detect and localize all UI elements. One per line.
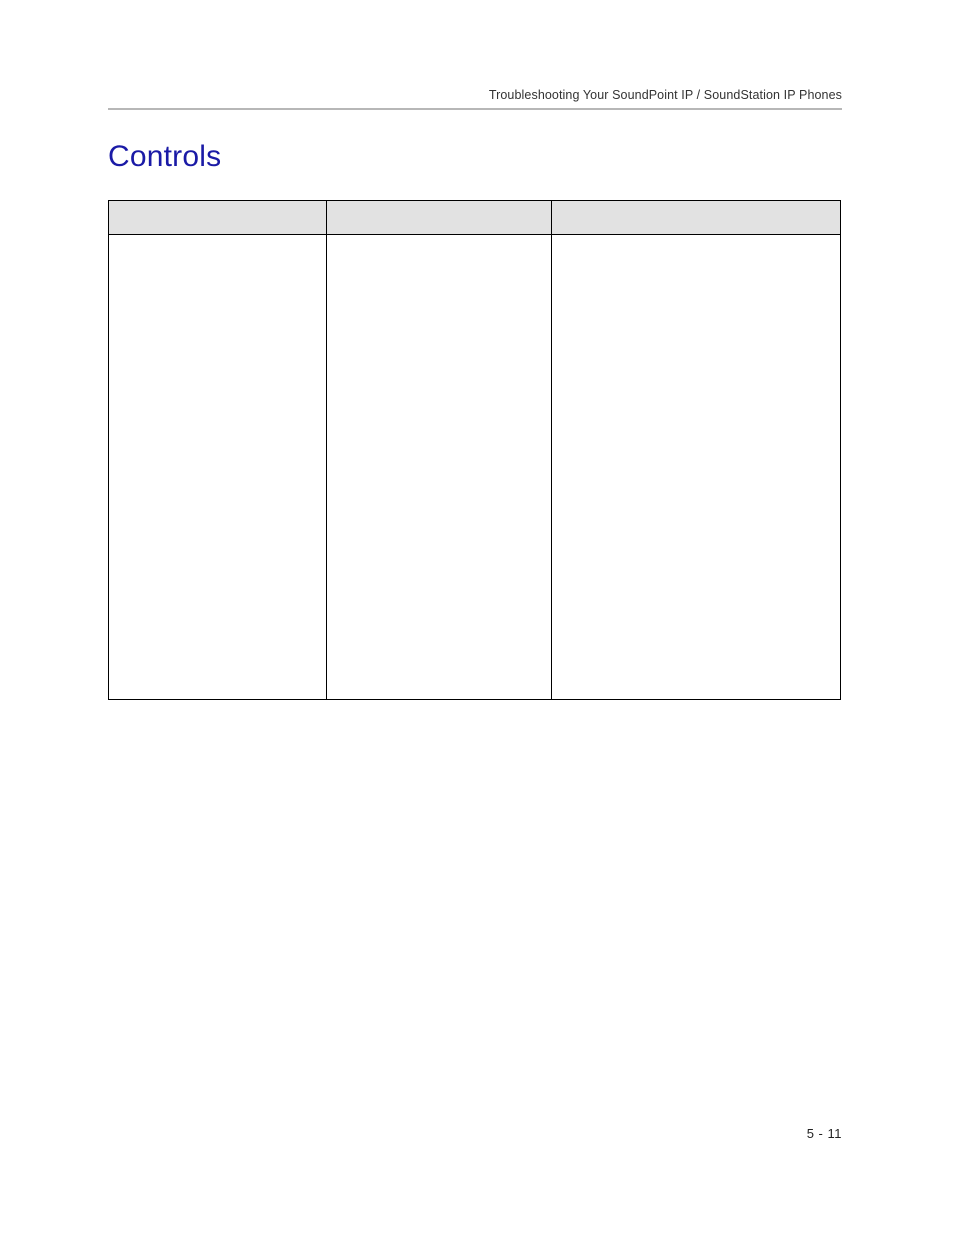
document-page: Troubleshooting Your SoundPoint IP / Sou… [0, 0, 954, 1235]
running-header: Troubleshooting Your SoundPoint IP / Sou… [108, 88, 842, 102]
table-header-cell [552, 201, 841, 235]
controls-table [108, 200, 841, 700]
table-cell [327, 235, 552, 700]
section-title-controls: Controls [108, 140, 842, 174]
page-number: 5 - 11 [807, 1126, 842, 1141]
table-header-cell [327, 201, 552, 235]
table-cell [552, 235, 841, 700]
header-rule [108, 108, 842, 110]
table-header-row [109, 201, 841, 235]
table-header-cell [109, 201, 327, 235]
table-cell [109, 235, 327, 700]
table-row [109, 235, 841, 700]
